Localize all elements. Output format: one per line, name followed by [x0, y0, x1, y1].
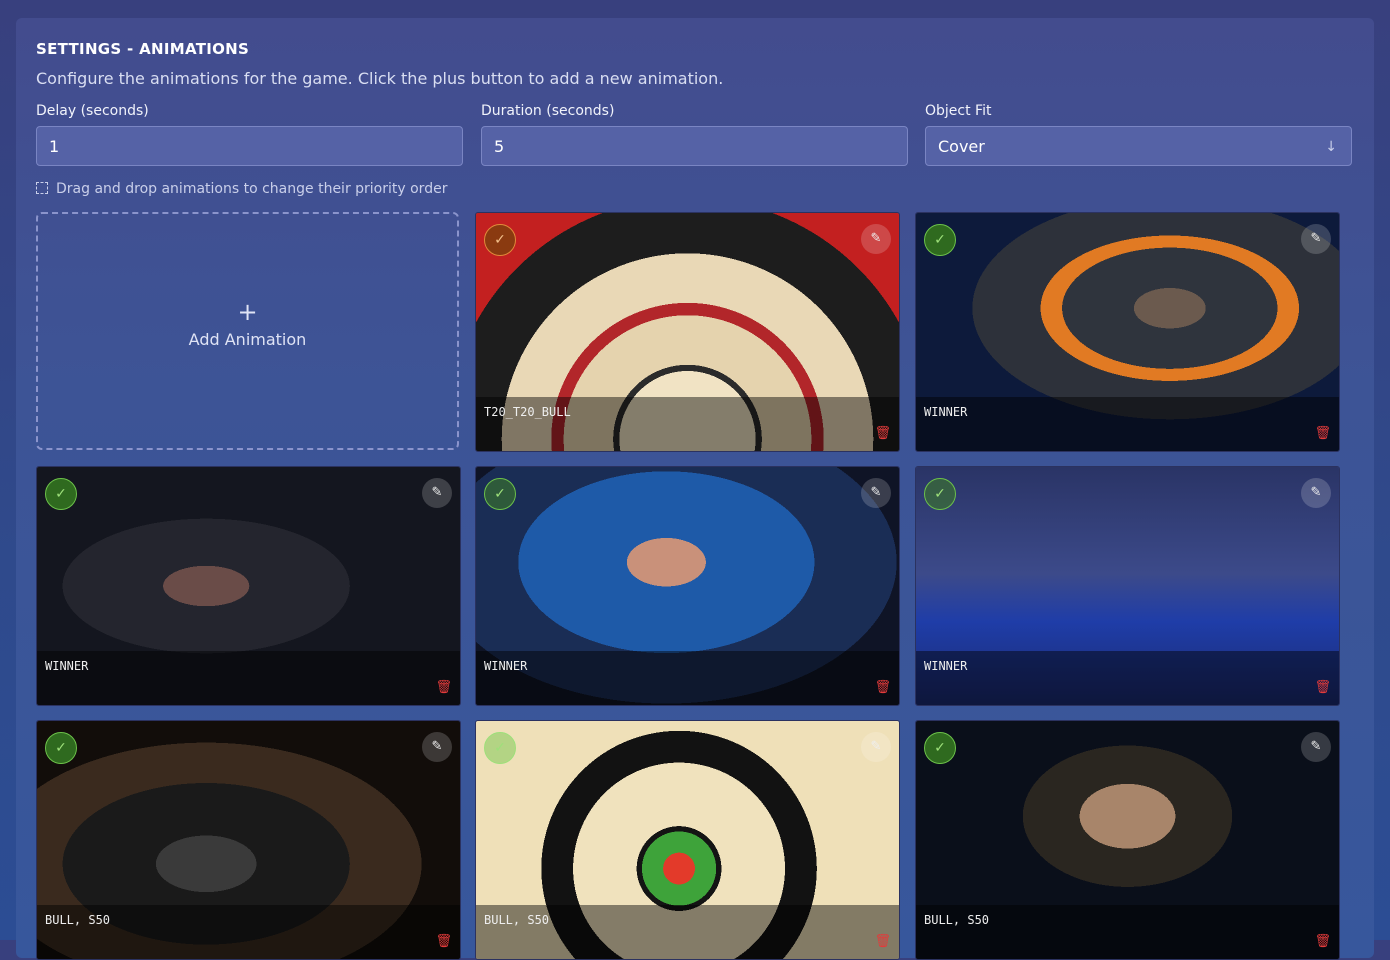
trash-icon[interactable]: 🗑 — [435, 680, 452, 695]
trash-icon[interactable]: 🗑 — [1314, 934, 1331, 949]
card-footer — [916, 397, 1339, 451]
trash-icon[interactable]: 🗑 — [435, 934, 452, 949]
settings-panel: SETTINGS - ANIMATIONS Configure the anim… — [16, 18, 1374, 960]
animation-tag: BULL, S50 — [924, 913, 990, 927]
pencil-icon[interactable]: ✎ — [861, 732, 891, 762]
arrow-down-icon: ↓ — [1325, 139, 1337, 155]
page-title: SETTINGS - ANIMATIONS — [36, 40, 250, 58]
pencil-icon[interactable]: ✎ — [422, 478, 452, 508]
delay-label: Delay (seconds) — [36, 103, 149, 119]
pencil-icon[interactable]: ✎ — [1301, 732, 1331, 762]
plus-icon: + — [237, 298, 258, 326]
card-footer — [37, 651, 460, 705]
trash-icon[interactable]: 🗑 — [874, 680, 891, 695]
animation-card[interactable]: ✓ ✎ WINNER 🗑 — [915, 212, 1340, 452]
animation-card[interactable]: ✓ ✎ T20_T20_BULL 🗑 — [475, 212, 900, 452]
check-icon[interactable]: ✓ — [484, 224, 516, 256]
delay-input[interactable]: 1 — [36, 126, 463, 166]
pencil-icon[interactable]: ✎ — [422, 732, 452, 762]
drag-hint: Drag and drop animations to change their… — [36, 181, 447, 197]
animation-tag: WINNER — [924, 405, 968, 419]
animation-card[interactable]: ✓ ✎ BULL, S50 🗑 — [475, 720, 900, 960]
duration-label: Duration (seconds) — [481, 103, 615, 119]
object-fit-value: Cover — [938, 137, 985, 156]
duration-input[interactable]: 5 — [481, 126, 908, 166]
pencil-icon[interactable]: ✎ — [861, 224, 891, 254]
drag-hint-text: Drag and drop animations to change their… — [56, 181, 448, 197]
pencil-icon[interactable]: ✎ — [1301, 224, 1331, 254]
object-fit-label: Object Fit — [925, 103, 992, 119]
card-footer — [916, 651, 1339, 705]
trash-icon[interactable]: 🗑 — [1314, 680, 1331, 695]
animation-card[interactable]: ✓ ✎ BULL, S50 🗑 — [36, 720, 461, 960]
check-icon[interactable]: ✓ — [45, 732, 77, 764]
animation-tag: BULL, S50 — [45, 913, 111, 927]
trash-icon[interactable]: 🗑 — [1314, 426, 1331, 441]
check-icon[interactable]: ✓ — [484, 478, 516, 510]
animation-tag: WINNER — [45, 659, 89, 673]
animation-card[interactable]: ✓ ✎ BULL, S50 🗑 — [915, 720, 1340, 960]
object-fit-select[interactable]: Cover ↓ — [925, 126, 1352, 166]
add-animation-label: Add Animation — [188, 330, 307, 349]
animation-tag: T20_T20_BULL — [484, 405, 571, 419]
pencil-icon[interactable]: ✎ — [861, 478, 891, 508]
check-icon[interactable]: ✓ — [924, 224, 956, 256]
check-icon[interactable]: ✓ — [484, 732, 516, 764]
card-footer — [476, 651, 899, 705]
trash-icon[interactable]: 🗑 — [874, 934, 891, 949]
check-icon[interactable]: ✓ — [924, 732, 956, 764]
drag-icon — [36, 182, 48, 194]
animation-card[interactable]: ✓ ✎ WINNER 🗑 — [475, 466, 900, 706]
page-description: Configure the animations for the game. C… — [36, 69, 724, 88]
trash-icon[interactable]: 🗑 — [874, 426, 891, 441]
check-icon[interactable]: ✓ — [924, 478, 956, 510]
check-icon[interactable]: ✓ — [45, 478, 77, 510]
animation-tag: BULL, S50 — [484, 913, 550, 927]
animation-card[interactable]: ✓ ✎ WINNER 🗑 — [36, 466, 461, 706]
add-animation-button[interactable]: + Add Animation — [36, 212, 459, 450]
animation-card[interactable]: ✓ ✎ WINNER 🗑 — [915, 466, 1340, 706]
animation-tag: WINNER — [924, 659, 968, 673]
pencil-icon[interactable]: ✎ — [1301, 478, 1331, 508]
animation-tag: WINNER — [484, 659, 528, 673]
